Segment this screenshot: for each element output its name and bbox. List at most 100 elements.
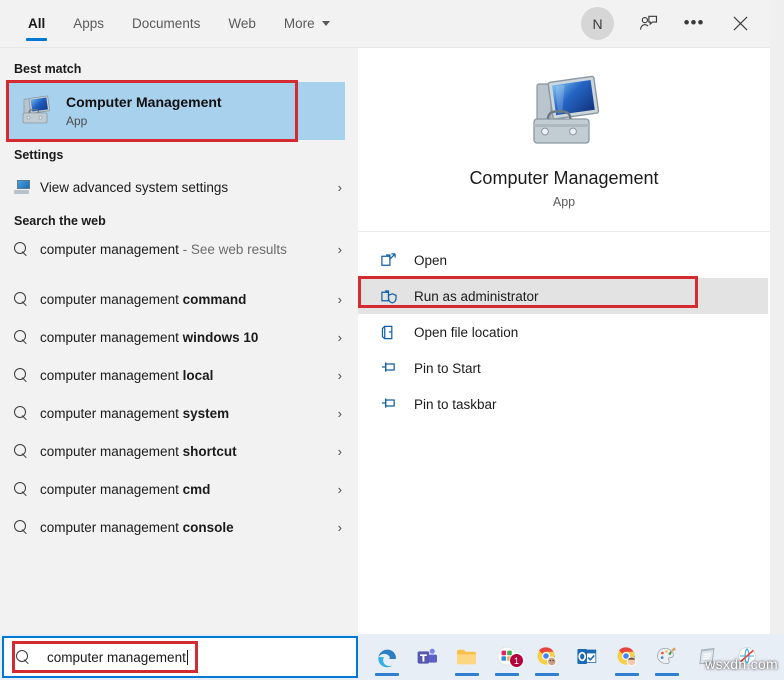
best-match-title: Computer Management bbox=[66, 94, 222, 111]
action-pin-to-start[interactable]: Pin to Start bbox=[358, 350, 770, 386]
tab-apps[interactable]: Apps bbox=[59, 0, 118, 47]
text-cursor bbox=[186, 649, 188, 665]
web-suggestion-1[interactable]: computer management command › bbox=[0, 280, 358, 318]
action-open[interactable]: Open bbox=[358, 242, 770, 278]
search-body: Best match Computer Management App Setti… bbox=[0, 48, 770, 634]
chevron-right-icon: › bbox=[337, 519, 342, 535]
shield-run-icon bbox=[380, 288, 414, 305]
search-icon bbox=[14, 329, 40, 345]
taskbar-item-outlook[interactable] bbox=[572, 638, 602, 676]
web-suggestion-4-suffix: system bbox=[182, 405, 230, 421]
folder-location-icon bbox=[380, 324, 414, 341]
search-flyout-screen: All Apps Documents Web More N ••• Best m… bbox=[0, 0, 784, 680]
web-suggestion-7[interactable]: computer management console › bbox=[0, 508, 358, 546]
web-suggestion-2[interactable]: computer management windows 10 › bbox=[0, 318, 358, 356]
tab-web-label: Web bbox=[228, 16, 256, 31]
best-match-item[interactable]: Computer Management App bbox=[6, 82, 345, 140]
taskbar: computer management 1 wsxdn.com bbox=[0, 634, 784, 680]
taskbar-active-underline bbox=[535, 673, 559, 676]
tab-apps-label: Apps bbox=[73, 16, 105, 31]
preview-pane: Computer Management App Open Run as admi… bbox=[358, 48, 770, 634]
windows-search-flyout: All Apps Documents Web More N ••• Best m… bbox=[0, 0, 770, 634]
best-match-wrap: Computer Management App bbox=[0, 80, 358, 142]
web-suggestion-5[interactable]: computer management shortcut › bbox=[0, 432, 358, 470]
taskbar-item-file-explorer[interactable] bbox=[452, 638, 482, 676]
notification-badge: 1 bbox=[509, 653, 524, 668]
taskbar-item-messaging-app[interactable]: 1 bbox=[492, 638, 524, 676]
taskbar-item-chrome-profile[interactable] bbox=[532, 638, 562, 676]
web-suggestion-3-prefix: computer management bbox=[40, 367, 183, 383]
chevron-right-icon: › bbox=[337, 443, 342, 459]
web-suggestion-6[interactable]: computer management cmd › bbox=[0, 470, 358, 508]
tab-all[interactable]: All bbox=[14, 0, 59, 47]
web-suggestion-0-prefix: computer management bbox=[40, 242, 179, 257]
section-search-the-web: Search the web bbox=[14, 214, 106, 228]
tab-more-label: More bbox=[283, 16, 315, 31]
filter-tabs: All Apps Documents Web More bbox=[0, 0, 344, 47]
action-pin-to-taskbar[interactable]: Pin to taskbar bbox=[358, 386, 770, 422]
web-suggestion-7-suffix: console bbox=[182, 519, 234, 535]
computer-management-icon bbox=[521, 74, 607, 152]
preview-header: Computer Management App bbox=[358, 48, 770, 232]
chevron-right-icon: › bbox=[337, 179, 342, 195]
web-suggestion-2-prefix: computer management bbox=[40, 329, 183, 345]
chevron-right-icon: › bbox=[337, 481, 342, 497]
taskbar-item-teams[interactable] bbox=[412, 638, 442, 676]
taskbar-item-paint[interactable] bbox=[652, 638, 682, 676]
taskbar-active-underline bbox=[615, 673, 639, 676]
search-input[interactable]: computer management bbox=[45, 647, 190, 668]
pin-icon bbox=[380, 360, 414, 377]
web-suggestion-5-suffix: shortcut bbox=[182, 443, 237, 459]
search-input-value: computer management bbox=[47, 649, 186, 665]
tab-documents-label: Documents bbox=[132, 16, 201, 31]
web-suggestion-4[interactable]: computer management system › bbox=[0, 394, 358, 432]
web-suggestion-6-suffix: cmd bbox=[182, 481, 211, 497]
taskbar-active-underline bbox=[495, 673, 519, 676]
preview-title: Computer Management bbox=[469, 168, 659, 188]
open-icon bbox=[380, 252, 414, 269]
settings-item-label: View advanced system settings bbox=[40, 179, 229, 195]
tab-documents[interactable]: Documents bbox=[118, 0, 214, 47]
ellipsis-icon[interactable]: ••• bbox=[674, 4, 714, 44]
chevron-right-icon: › bbox=[337, 291, 342, 307]
settings-item-advanced-system[interactable]: View advanced system settings › bbox=[0, 168, 358, 206]
web-suggestion-2-suffix: windows 10 bbox=[182, 329, 259, 345]
taskbar-item-edge[interactable] bbox=[372, 638, 402, 676]
taskbar-active-underline bbox=[455, 673, 479, 676]
header-actions: N ••• bbox=[581, 0, 770, 47]
watermark: wsxdn.com bbox=[705, 656, 778, 672]
taskbar-search-box[interactable]: computer management bbox=[2, 636, 358, 678]
search-icon bbox=[14, 241, 40, 257]
web-suggestion-7-prefix: computer management bbox=[40, 519, 183, 535]
best-match-text: Computer Management App bbox=[66, 94, 222, 128]
section-settings: Settings bbox=[14, 148, 64, 162]
taskbar-item-chrome-profile2[interactable] bbox=[612, 638, 642, 676]
web-suggestion-3-suffix: local bbox=[182, 367, 214, 383]
action-pin-to-start-label: Pin to Start bbox=[414, 360, 481, 376]
action-pin-to-taskbar-label: Pin to taskbar bbox=[414, 396, 497, 412]
avatar-initial: N bbox=[592, 15, 603, 32]
action-open-file-location-label: Open file location bbox=[414, 324, 519, 340]
search-header: All Apps Documents Web More N ••• bbox=[0, 0, 770, 48]
chevron-right-icon: › bbox=[337, 242, 342, 257]
person-feedback-icon[interactable] bbox=[628, 4, 668, 44]
tab-web[interactable]: Web bbox=[214, 0, 270, 47]
computer-management-icon bbox=[18, 94, 52, 128]
search-icon bbox=[14, 443, 40, 459]
action-run-as-administrator-label: Run as administrator bbox=[414, 288, 539, 304]
taskbar-active-underline bbox=[375, 673, 399, 676]
search-icon bbox=[14, 519, 40, 535]
search-icon bbox=[14, 481, 40, 497]
tab-more[interactable]: More bbox=[270, 0, 344, 47]
taskbar-icons: 1 bbox=[358, 638, 762, 676]
web-suggestion-5-prefix: computer management bbox=[40, 443, 183, 459]
web-suggestion-0[interactable]: computer management - See web results › bbox=[0, 234, 358, 280]
web-suggestion-3[interactable]: computer management local › bbox=[0, 356, 358, 394]
avatar[interactable]: N bbox=[581, 7, 614, 40]
close-icon[interactable] bbox=[720, 4, 760, 44]
chevron-right-icon: › bbox=[337, 329, 342, 345]
action-run-as-administrator[interactable]: Run as administrator bbox=[358, 278, 768, 314]
web-suggestion-6-prefix: computer management bbox=[40, 481, 183, 497]
web-suggestion-4-prefix: computer management bbox=[40, 405, 183, 421]
action-open-file-location[interactable]: Open file location bbox=[358, 314, 770, 350]
